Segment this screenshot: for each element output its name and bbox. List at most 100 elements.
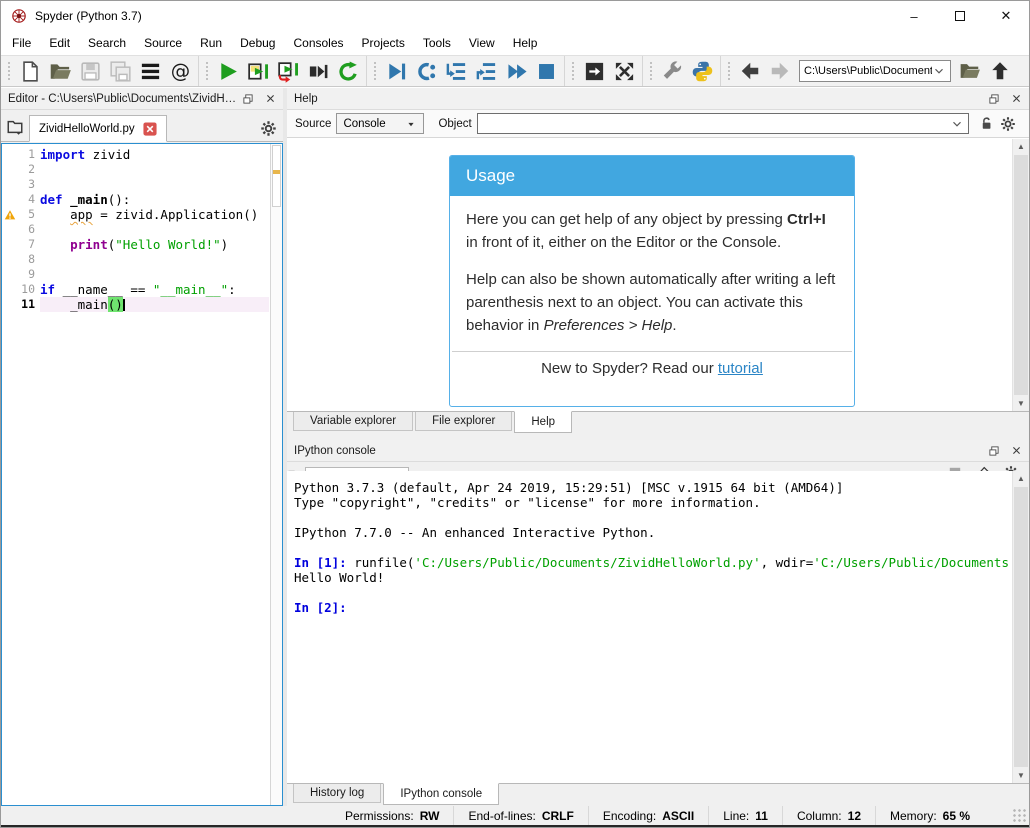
- scrollbar-thumb[interactable]: [1014, 487, 1028, 767]
- console-token: Python 3.7.3 (default, Apr 24 2019, 15:2…: [294, 480, 843, 495]
- console-close-button[interactable]: [1007, 442, 1025, 460]
- editor-scrollflag[interactable]: [270, 144, 282, 805]
- menu-run[interactable]: Run: [191, 31, 231, 55]
- status-value: 12: [848, 809, 861, 823]
- open-working-directory-button[interactable]: [955, 57, 985, 85]
- run-selection-button[interactable]: [303, 57, 333, 85]
- menu-debug[interactable]: Debug: [231, 31, 284, 55]
- scroll-down-arrow-icon[interactable]: ▼: [1013, 768, 1029, 783]
- menu-search[interactable]: Search: [79, 31, 135, 55]
- menu-projects[interactable]: Projects: [353, 31, 414, 55]
- menu-source[interactable]: Source: [135, 31, 191, 55]
- main-area: Editor - C:\Users\Public\Documents\Zivid…: [1, 88, 1029, 806]
- code-token: :: [228, 282, 236, 297]
- editor-close-button[interactable]: [261, 90, 279, 108]
- browse-tabs-icon: [6, 118, 24, 136]
- scroll-up-arrow-icon[interactable]: ▲: [1013, 139, 1029, 154]
- menu-edit[interactable]: Edit: [40, 31, 79, 55]
- code-token: if: [40, 282, 55, 297]
- fullscreen-button[interactable]: [609, 57, 639, 85]
- run-file-button[interactable]: [213, 57, 243, 85]
- help-float-button[interactable]: [985, 90, 1003, 108]
- scroll-down-arrow-icon[interactable]: ▼: [1013, 396, 1029, 411]
- gutter-cell: [2, 222, 17, 237]
- symbol-finder-button[interactable]: @: [165, 57, 195, 85]
- menu-view[interactable]: View: [460, 31, 504, 55]
- pythonpath-manager-button[interactable]: [687, 57, 717, 85]
- parent-directory-button[interactable]: [985, 57, 1015, 85]
- forward-button[interactable]: [765, 57, 795, 85]
- scroll-up-arrow-icon[interactable]: ▲: [1013, 471, 1029, 486]
- lock-open-icon: [979, 116, 994, 131]
- tab-close-icon: [143, 122, 157, 136]
- consolearea-tab-history-log[interactable]: History log: [293, 784, 381, 803]
- editor-float-button[interactable]: [239, 90, 257, 108]
- rerun-cell-button[interactable]: [333, 57, 363, 85]
- editor-tab[interactable]: ZividHelloWorld.py: [29, 115, 167, 142]
- lock-button[interactable]: [977, 115, 995, 133]
- code-editor[interactable]: 1import zivid234def _main():5 app = zivi…: [1, 143, 283, 806]
- run-cell-advance-button[interactable]: [273, 57, 303, 85]
- help-close-button[interactable]: [1007, 90, 1025, 108]
- helparea-tab-file-explorer[interactable]: File explorer: [415, 412, 512, 431]
- minimize-button[interactable]: –: [891, 1, 937, 31]
- code-line-7: 7 print("Hello World!"): [2, 237, 269, 252]
- editor-options-button[interactable]: [260, 120, 277, 137]
- debug-file-button[interactable]: [381, 57, 411, 85]
- help-options-button[interactable]: [999, 115, 1017, 133]
- resize-grip[interactable]: [1013, 809, 1027, 823]
- tutorial-link[interactable]: tutorial: [718, 360, 763, 377]
- menu-help[interactable]: Help: [504, 31, 547, 55]
- working-directory-combobox[interactable]: C:\Users\Public\Documents: [799, 60, 951, 82]
- console-scrollbar[interactable]: ▲ ▼: [1012, 471, 1029, 783]
- debug-step-return-button[interactable]: [471, 57, 501, 85]
- save-file-button[interactable]: [75, 57, 105, 85]
- editor-tab-close-icon[interactable]: [143, 122, 157, 136]
- menu-consoles[interactable]: Consoles: [284, 31, 352, 55]
- new-file-button[interactable]: [15, 57, 45, 85]
- help-scrollbar[interactable]: ▲ ▼: [1012, 139, 1029, 411]
- line-number: 10: [17, 282, 40, 297]
- debug-step-into-button[interactable]: [441, 57, 471, 85]
- preferences-button[interactable]: [657, 57, 687, 85]
- debug-stop-button[interactable]: [531, 57, 561, 85]
- console-line-8: [294, 585, 1012, 600]
- code-line-4: 4def _main():: [2, 192, 269, 207]
- close-x-icon: [1011, 445, 1022, 456]
- step-into-icon: [445, 60, 468, 83]
- debug-file-icon: [385, 60, 408, 83]
- console-content[interactable]: Python 3.7.3 (default, Apr 24 2019, 15:2…: [287, 471, 1029, 783]
- file-switcher-button[interactable]: [135, 57, 165, 85]
- rerun-cell-icon: [337, 60, 360, 83]
- object-combobox[interactable]: [477, 113, 969, 134]
- back-button[interactable]: [735, 57, 765, 85]
- line-number: 7: [17, 237, 40, 252]
- usage-paragraph-2: Help can also be shown automatically aft…: [466, 268, 838, 337]
- browse-tabs-button[interactable]: [1, 114, 29, 140]
- scrollbar-thumb[interactable]: [1014, 155, 1028, 395]
- source-select[interactable]: Console: [336, 113, 424, 134]
- close-button[interactable]: ✕: [983, 1, 1029, 31]
- close-x-icon: [1011, 93, 1022, 104]
- run-cell-button[interactable]: [243, 57, 273, 85]
- spyder-window: Spyder (Python 3.7) – ✕ FileEditSearchSo…: [0, 0, 1030, 828]
- consolearea-tab-ipython-console[interactable]: IPython console: [383, 783, 499, 805]
- open-file-button[interactable]: [45, 57, 75, 85]
- console-float-button[interactable]: [985, 442, 1003, 460]
- menu-file[interactable]: File: [3, 31, 40, 55]
- save-all-button[interactable]: [105, 57, 135, 85]
- console-line-5: [294, 540, 1012, 555]
- helparea-tab-help[interactable]: Help: [514, 411, 572, 433]
- code-token: _main: [70, 192, 108, 207]
- maximize-button[interactable]: [937, 1, 983, 31]
- editor-tab-bar: ZividHelloWorld.py: [1, 110, 283, 142]
- help-pane-header: Help: [287, 88, 1029, 110]
- helparea-tab-variable-explorer[interactable]: Variable explorer: [293, 412, 413, 431]
- debug-continue-button[interactable]: [501, 57, 531, 85]
- status-encoding: Encoding:ASCII: [588, 806, 708, 825]
- debug-step-button[interactable]: [411, 57, 441, 85]
- editor-tab-label: ZividHelloWorld.py: [39, 123, 135, 135]
- menu-tools[interactable]: Tools: [414, 31, 460, 55]
- open-dir-icon: [959, 60, 981, 82]
- maximize-pane-button[interactable]: [579, 57, 609, 85]
